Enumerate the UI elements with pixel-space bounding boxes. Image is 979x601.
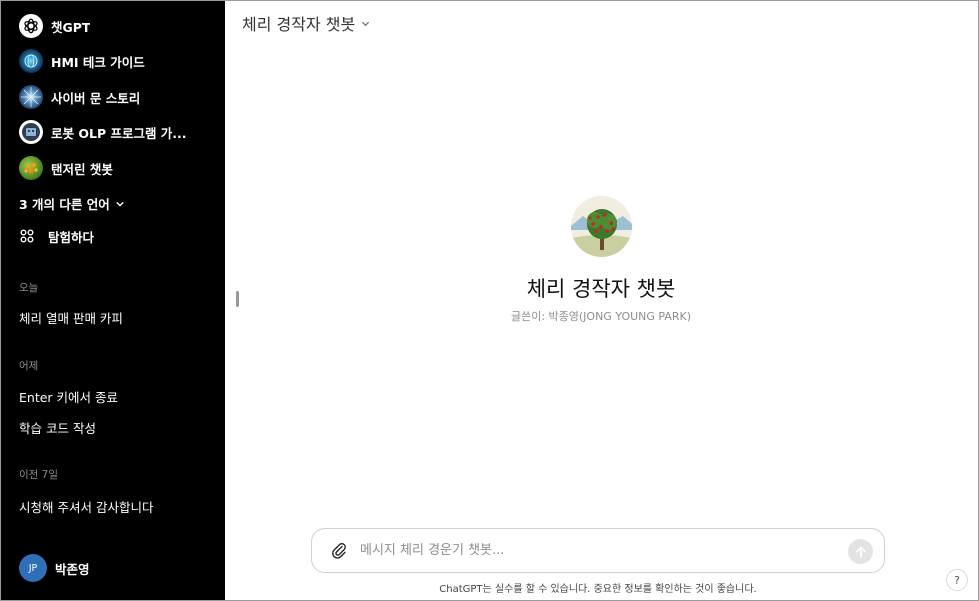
sidebar-item-robot-olp[interactable]: 로봇 OLP 프로그램 가...: [13, 117, 217, 147]
app-window: 챗GPT HMI 테크 가이드 사이버 문 스토리 로봇 OLP 프로그램 가.…: [0, 0, 979, 601]
hmi-globe-avatar-icon: [19, 49, 43, 73]
chevron-down-icon: [116, 201, 124, 207]
message-input[interactable]: [360, 543, 830, 558]
user-menu[interactable]: JP 박존영: [19, 554, 90, 582]
history-section-yesterday: 어제: [19, 360, 39, 372]
grid-icon: [20, 229, 34, 243]
history-item[interactable]: 시청해 주셔서 감사합니다: [19, 497, 153, 516]
chevron-down-icon: [362, 21, 370, 26]
tangerine-avatar-icon: [19, 156, 43, 180]
sidebar-item-label: HMI 테크 가이드: [51, 54, 145, 70]
history-item[interactable]: 학습 코드 작성: [19, 418, 96, 437]
disclaimer-text: ChatGPT는 실수를 할 수 있습니다. 중요한 정보를 확인하는 것이 좋…: [439, 584, 757, 595]
sidebar-item-tangerine-chatbot[interactable]: 탠저린 챗봇: [13, 153, 217, 183]
openai-logo-icon: [19, 14, 43, 38]
sidebar-item-label: 로봇 OLP 프로그램 가...: [51, 125, 187, 141]
help-button[interactable]: ?: [946, 569, 968, 591]
gpt-title: 체리 경작자 챗봇: [526, 277, 676, 301]
page-title: 체리 경작자 챗봇: [242, 15, 356, 34]
explore-label: 탐험하다: [48, 229, 95, 245]
sidebar-item-label: 탠저린 챗봇: [51, 161, 113, 177]
arrow-up-icon: [855, 545, 866, 558]
history-section-previous-7-days: 이전 7일: [19, 469, 58, 481]
more-languages-label: 3 개의 다른 언어: [19, 197, 110, 212]
history-section-today: 오늘: [19, 282, 39, 294]
sidebar-item-hmi-tech-guide[interactable]: HMI 테크 가이드: [13, 46, 217, 76]
sidebar-item-cyber-moon-story[interactable]: 사이버 문 스토리: [13, 82, 217, 112]
history-item[interactable]: Enter 키에서 종료: [19, 387, 118, 406]
user-name: 박존영: [55, 561, 90, 577]
send-button[interactable]: [848, 539, 873, 564]
robot-olp-avatar-icon: [19, 120, 43, 144]
gpt-author: 글쓴이: 박종영(JONG YOUNG PARK): [510, 310, 692, 323]
sidebar-item-label: 챗GPT: [51, 19, 91, 35]
paperclip-icon[interactable]: [330, 542, 348, 560]
history-item[interactable]: 체리 열매 판매 카피: [19, 308, 123, 327]
sidebar-resize-handle[interactable]: [236, 291, 239, 307]
explore-button[interactable]: 탐험하다: [19, 224, 94, 248]
cyber-moon-avatar-icon: [19, 85, 43, 109]
avatar: JP: [19, 554, 47, 582]
model-selector[interactable]: 체리 경작자 챗봇: [242, 11, 370, 35]
sidebar-item-chatgpt[interactable]: 챗GPT: [13, 11, 217, 41]
sidebar-item-label: 사이버 문 스토리: [51, 90, 141, 106]
more-languages-toggle[interactable]: 3 개의 다른 언어: [19, 194, 124, 213]
cherry-tree-avatar-icon: [571, 196, 632, 257]
message-composer: [311, 528, 885, 573]
sidebar: 챗GPT HMI 테크 가이드 사이버 문 스토리 로봇 OLP 프로그램 가.…: [1, 1, 225, 600]
